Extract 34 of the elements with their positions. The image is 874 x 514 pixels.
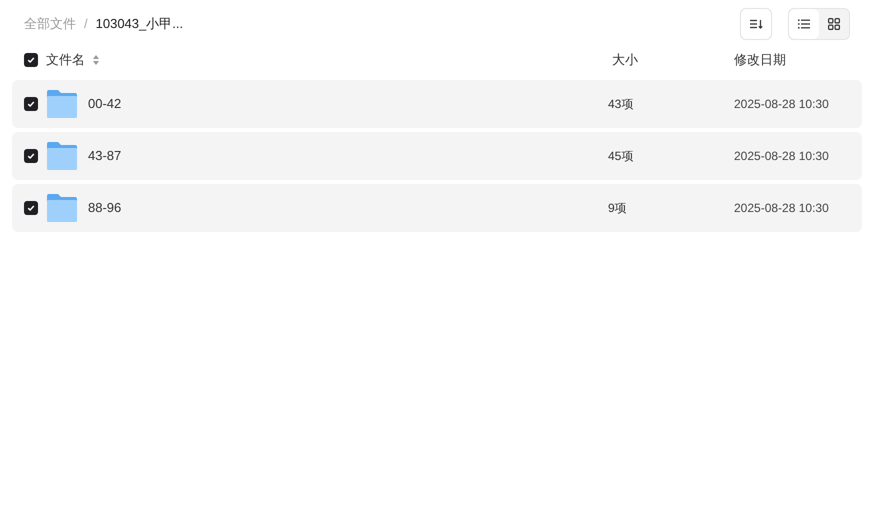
checkbox[interactable] [24,201,38,215]
checkbox[interactable] [24,53,38,67]
check-icon [27,204,35,212]
column-header: 修改日期 [734,51,786,70]
file-name: 00-42 [88,95,122,114]
file-row[interactable]: 00-42 43项 2025-08-28 10:30 [12,80,862,128]
checkbox[interactable] [24,97,38,111]
column-header: 大小 [611,51,639,70]
check-icon [27,152,35,160]
list-icon [798,19,810,29]
folder-icon [47,142,77,170]
list-view-button[interactable] [789,9,819,39]
sort-arrows-icon[interactable] [93,55,99,65]
modified-date: 2025-08-28 10:30 [734,148,829,165]
modified-date: 2025-08-28 10:30 [734,96,829,113]
file-name: 43-87 [88,147,122,166]
checkbox[interactable] [24,149,38,163]
file-row[interactable]: 43-87 45项 2025-08-28 10:30 [12,132,862,180]
item-count: 43项 [608,96,634,113]
modified-date: 2025-08-28 10:30 [734,200,829,217]
file-row[interactable]: 88-96 9项 2025-08-28 10:30 [12,184,862,232]
breadcrumb-separator: / [84,15,88,34]
item-count: 45项 [608,148,634,165]
sort-button[interactable] [740,8,772,40]
sort-icon [750,19,762,29]
check-icon [27,100,35,108]
breadcrumb-item[interactable]: 103043_小甲... [96,14,184,34]
folder-icon [47,90,77,118]
folder-icon [47,194,77,222]
grid-icon [828,18,840,30]
column-header[interactable]: 文件名 [46,50,85,70]
item-count: 9项 [608,200,628,217]
check-icon [27,56,35,64]
file-name: 88-96 [88,199,122,218]
